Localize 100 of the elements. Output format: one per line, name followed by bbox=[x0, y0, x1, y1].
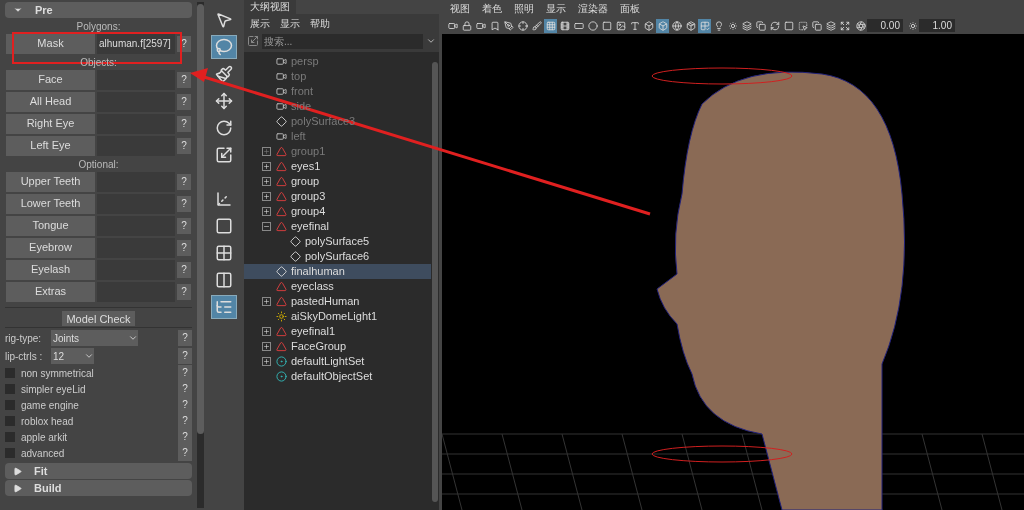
expand-toggle-icon[interactable] bbox=[262, 162, 271, 171]
filter-icon[interactable] bbox=[247, 35, 259, 47]
pick-button[interactable]: Left Eye bbox=[6, 135, 95, 156]
help-button[interactable]: ? bbox=[178, 381, 192, 397]
box-icon[interactable] bbox=[684, 18, 697, 33]
menu-item[interactable]: 着色 bbox=[482, 1, 502, 16]
outliner-item[interactable]: group1 bbox=[244, 144, 431, 159]
pick-button[interactable]: Upper Teeth bbox=[6, 171, 95, 192]
pen-icon[interactable] bbox=[502, 18, 515, 33]
help-button[interactable]: ? bbox=[178, 365, 192, 381]
outliner-item[interactable]: eyefinal1 bbox=[244, 324, 431, 339]
outliner-tab[interactable]: 大纲视图 bbox=[244, 0, 296, 14]
expand-toggle-icon[interactable] bbox=[262, 207, 271, 216]
layers-icon[interactable] bbox=[824, 18, 837, 33]
section-header[interactable]: Pre bbox=[5, 2, 192, 18]
checkbox[interactable] bbox=[5, 384, 15, 394]
number-field[interactable]: 1.00 bbox=[919, 19, 955, 32]
help-button[interactable]: ? bbox=[177, 71, 191, 88]
outliner-item[interactable]: eyeclass bbox=[244, 279, 431, 294]
help-button[interactable]: ? bbox=[177, 195, 191, 212]
checker-icon[interactable] bbox=[698, 18, 711, 33]
menu-item[interactable]: 展示 bbox=[250, 15, 270, 31]
cube-icon[interactable] bbox=[656, 18, 669, 33]
expand-toggle-icon[interactable] bbox=[262, 327, 271, 336]
pick-button[interactable]: Lower Teeth bbox=[6, 193, 95, 214]
outliner-item[interactable]: FaceGroup bbox=[244, 339, 431, 354]
outliner-item[interactable]: group bbox=[244, 174, 431, 189]
help-button[interactable]: ? bbox=[177, 239, 191, 256]
crosshair-icon[interactable] bbox=[516, 18, 529, 33]
outliner-item[interactable]: aiSkyDomeLight1 bbox=[244, 309, 431, 324]
help-button[interactable]: ? bbox=[178, 413, 192, 429]
brush-icon[interactable] bbox=[530, 18, 543, 33]
pick-button[interactable]: Face bbox=[6, 69, 95, 90]
expand-toggle-icon[interactable] bbox=[262, 147, 271, 156]
dropdown[interactable]: Joints bbox=[51, 330, 138, 346]
expand-toggle-icon[interactable] bbox=[262, 297, 271, 306]
expand-toggle-icon[interactable] bbox=[262, 177, 271, 186]
copy-icon[interactable] bbox=[754, 18, 767, 33]
section-header[interactable]: Fit bbox=[5, 463, 192, 479]
menu-item[interactable]: 显示 bbox=[546, 1, 566, 16]
help-button[interactable]: ? bbox=[178, 330, 192, 346]
circle-icon[interactable] bbox=[586, 18, 599, 33]
layers-icon[interactable] bbox=[740, 18, 753, 33]
pick-button[interactable]: All Head bbox=[6, 91, 95, 112]
outliner-item[interactable]: persp bbox=[244, 54, 431, 69]
expand-toggle-icon[interactable] bbox=[262, 192, 271, 201]
help-button[interactable]: ? bbox=[177, 217, 191, 234]
collapse-toggle-icon[interactable] bbox=[262, 222, 271, 231]
dropdown[interactable]: 12 bbox=[51, 348, 94, 364]
outliner-item[interactable]: polySurface5 bbox=[244, 234, 431, 249]
outliner-item[interactable]: polySurface6 bbox=[244, 249, 431, 264]
model-check-button[interactable]: Model Check bbox=[62, 311, 135, 326]
checkbox[interactable] bbox=[5, 368, 15, 378]
help-button[interactable]: ? bbox=[177, 93, 191, 110]
number-field[interactable]: 0.00 bbox=[867, 19, 903, 32]
outliner-item[interactable]: eyes1 bbox=[244, 159, 431, 174]
section-header[interactable]: Build bbox=[5, 480, 192, 496]
menu-item[interactable]: 显示 bbox=[280, 15, 300, 31]
menu-item[interactable]: 照明 bbox=[514, 1, 534, 16]
outliner-item[interactable]: eyefinal bbox=[244, 219, 431, 234]
help-button[interactable]: ? bbox=[177, 137, 191, 154]
outliner-item[interactable]: top bbox=[244, 69, 431, 84]
pick-button[interactable]: Eyebrow bbox=[6, 237, 95, 258]
copy-icon[interactable] bbox=[810, 18, 823, 33]
pick-button[interactable]: Eyelash bbox=[6, 259, 95, 280]
help-button[interactable]: ? bbox=[177, 261, 191, 278]
help-button[interactable]: ? bbox=[177, 115, 191, 132]
outliner-item[interactable]: left bbox=[244, 129, 431, 144]
pick-button[interactable]: Extras bbox=[6, 281, 95, 302]
outliner-item[interactable]: front bbox=[244, 84, 431, 99]
value-field[interactable]: alhuman.f[2597] bbox=[97, 33, 175, 54]
pick-button[interactable]: Tongue bbox=[6, 215, 95, 236]
outliner-item[interactable]: group4 bbox=[244, 204, 431, 219]
checkbox[interactable] bbox=[5, 448, 15, 458]
outliner-item[interactable]: defaultLightSet bbox=[244, 354, 431, 369]
dropdown-caret-icon[interactable] bbox=[426, 36, 436, 46]
help-button[interactable]: ? bbox=[178, 429, 192, 445]
outliner-item[interactable]: pastedHuman bbox=[244, 294, 431, 309]
checkbox[interactable] bbox=[5, 432, 15, 442]
checkbox[interactable] bbox=[5, 416, 15, 426]
checkbox[interactable] bbox=[5, 400, 15, 410]
menu-item[interactable]: 渲染器 bbox=[578, 1, 608, 16]
pick-button[interactable]: Right Eye bbox=[6, 113, 95, 134]
help-button[interactable]: ? bbox=[178, 397, 192, 413]
help-button[interactable]: ? bbox=[178, 445, 192, 461]
outliner-item[interactable]: side bbox=[244, 99, 431, 114]
outliner-item[interactable]: defaultObjectSet bbox=[244, 369, 431, 384]
help-button[interactable]: ? bbox=[177, 283, 191, 300]
menu-item[interactable]: 帮助 bbox=[310, 15, 330, 31]
help-button[interactable]: ? bbox=[177, 173, 191, 190]
cube-icon[interactable] bbox=[642, 18, 655, 33]
outliner-item[interactable]: group3 bbox=[244, 189, 431, 204]
expand-toggle-icon[interactable] bbox=[262, 357, 271, 366]
lock-icon[interactable] bbox=[460, 18, 473, 33]
outliner-item[interactable]: finalhuman bbox=[244, 264, 431, 279]
search-field[interactable]: 搜索... bbox=[262, 33, 423, 49]
grid-icon[interactable] bbox=[544, 18, 557, 33]
menu-item[interactable]: 面板 bbox=[620, 1, 640, 16]
sphere-icon[interactable] bbox=[670, 18, 683, 33]
help-button[interactable]: ? bbox=[178, 348, 192, 364]
